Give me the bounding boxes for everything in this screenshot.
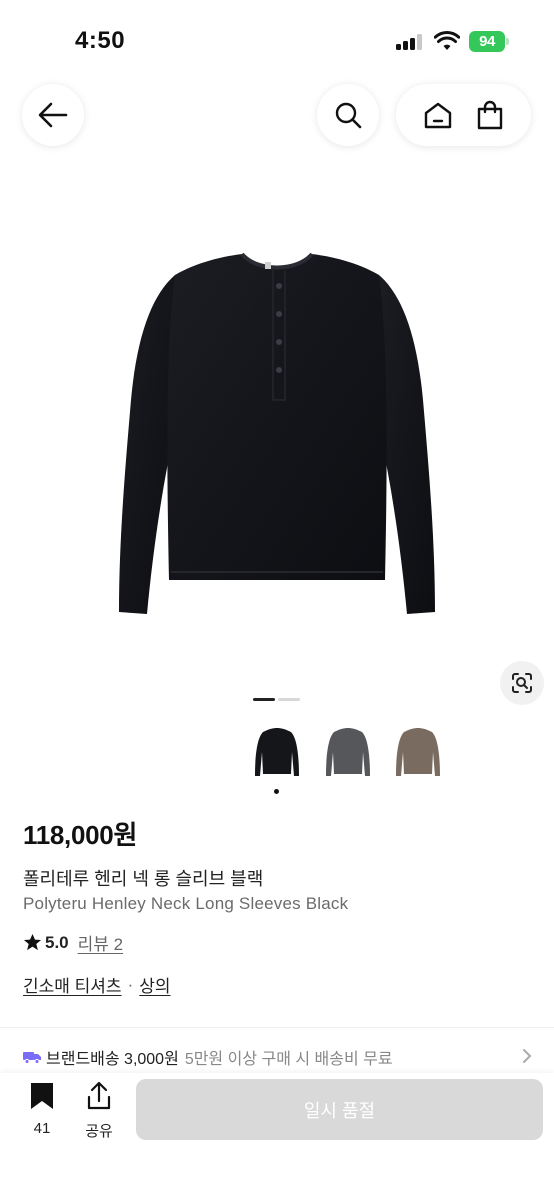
chevron-right-icon bbox=[523, 1049, 532, 1063]
color-thumbnail-charcoal bbox=[326, 728, 370, 776]
product-rating: 5.0 리뷰 2 bbox=[23, 930, 123, 955]
product-image bbox=[119, 252, 435, 614]
battery-level: 94 bbox=[469, 31, 505, 52]
rating-value: 5.0 bbox=[45, 932, 69, 952]
carousel-indicator-inactive bbox=[278, 698, 300, 701]
nav-pill bbox=[396, 84, 531, 146]
delivery-truck-icon bbox=[23, 1052, 41, 1064]
color-option-black[interactable] bbox=[251, 722, 303, 782]
bottom-action-bar: 41 공유 일시 품절 bbox=[0, 1073, 554, 1200]
bookmark-button[interactable]: 41 bbox=[24, 1081, 60, 1143]
product-name-english: Polyteru Henley Neck Long Sleeves Black bbox=[23, 894, 349, 913]
share-button[interactable]: 공유 bbox=[80, 1081, 118, 1143]
cart-button[interactable] bbox=[476, 100, 504, 130]
wifi-icon bbox=[434, 30, 460, 50]
shopping-bag-icon bbox=[477, 100, 502, 130]
shipping-brand-fee: 브랜드배송 3,000원 bbox=[46, 1051, 179, 1068]
category-link-tops[interactable]: 상의 bbox=[139, 972, 170, 997]
category-link-long-sleeve[interactable]: 긴소매 티셔츠 bbox=[23, 972, 122, 997]
star-icon bbox=[23, 933, 42, 951]
search-icon bbox=[335, 102, 362, 129]
color-option-brown[interactable] bbox=[392, 722, 444, 782]
battery-icon: 94 bbox=[469, 31, 509, 52]
status-bar: 4:50 94 bbox=[0, 0, 554, 80]
bookmark-count: 41 bbox=[33, 1120, 51, 1137]
product-page: 4:50 94 118,000원 폴리테루 헨리 넥 롱 슬리브 블랙 Poly… bbox=[0, 0, 554, 1200]
arrow-left-icon bbox=[38, 102, 68, 128]
cellular-signal-icon bbox=[396, 34, 424, 50]
bookmark-icon bbox=[31, 1083, 53, 1109]
share-icon bbox=[87, 1081, 111, 1110]
status-time: 4:50 bbox=[75, 27, 126, 54]
search-button[interactable] bbox=[317, 84, 379, 146]
lens-scan-icon bbox=[512, 673, 532, 693]
selected-color-dot bbox=[274, 789, 279, 794]
color-thumbnail-brown bbox=[396, 728, 440, 776]
home-icon bbox=[425, 102, 452, 129]
breadcrumb-separator: · bbox=[127, 974, 134, 994]
carousel-indicator-active bbox=[253, 698, 275, 701]
divider bbox=[0, 1027, 554, 1028]
product-image-carousel[interactable] bbox=[0, 200, 554, 670]
home-button[interactable] bbox=[423, 101, 453, 129]
color-thumbnail-black bbox=[255, 728, 299, 776]
visual-search-button[interactable] bbox=[500, 661, 544, 705]
product-price: 118,000원 bbox=[23, 820, 138, 850]
shipping-info-row[interactable]: 브랜드배송 3,000원 5만원 이상 구매 시 배송비 무료 bbox=[23, 1043, 533, 1071]
carousel-indicator bbox=[253, 698, 301, 701]
back-button[interactable] bbox=[22, 84, 84, 146]
sold-out-button[interactable]: 일시 품절 bbox=[136, 1079, 543, 1140]
review-link[interactable]: 리뷰 2 bbox=[78, 930, 123, 955]
shipping-free-note: 5만원 이상 구매 시 배송비 무료 bbox=[184, 1051, 393, 1068]
product-name-korean: 폴리테루 헨리 넥 롱 슬리브 블랙 bbox=[23, 869, 264, 889]
share-label: 공유 bbox=[85, 1123, 113, 1140]
breadcrumb: 긴소매 티셔츠 · 상의 bbox=[23, 972, 171, 997]
color-option-charcoal[interactable] bbox=[322, 722, 374, 782]
